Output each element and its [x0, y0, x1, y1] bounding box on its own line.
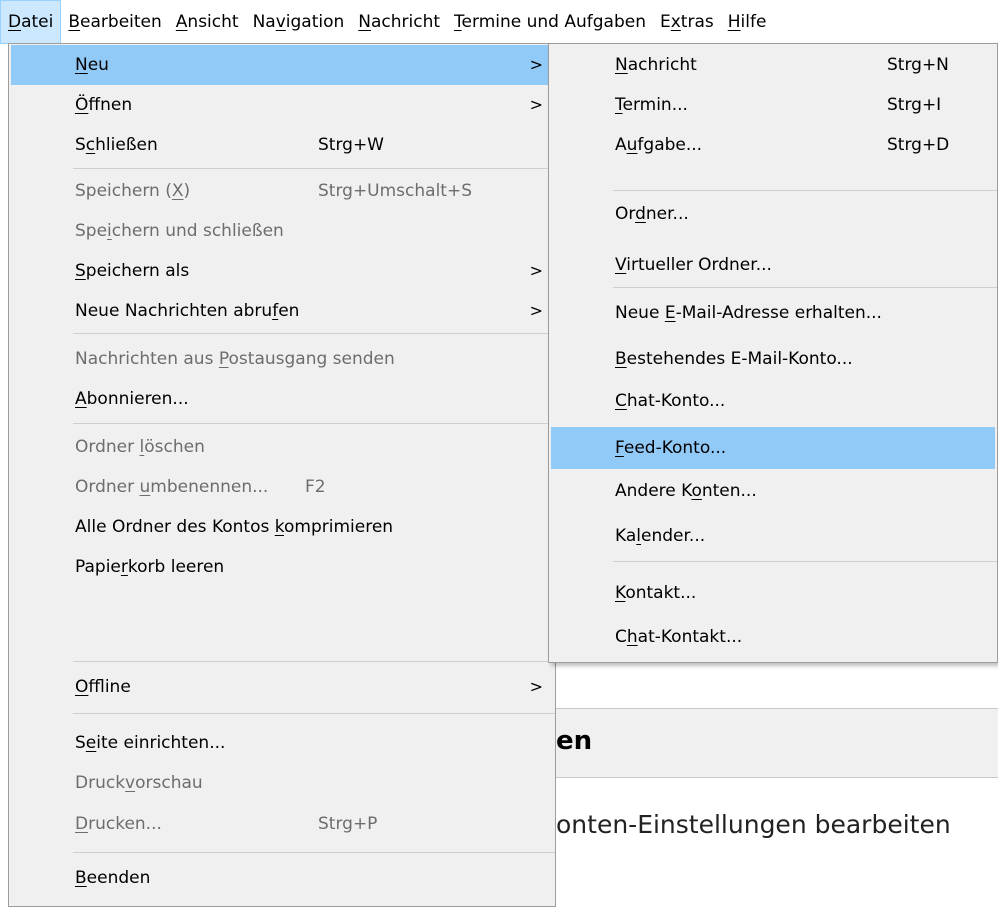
menu-item-ordner-umbenennen[interactable]: Ordner umbenennen... F2 [11, 467, 553, 507]
shortcut-label: Strg+Umschalt+S [318, 181, 473, 201]
separator [73, 168, 555, 169]
menu-nachricht[interactable]: Nachricht [351, 0, 447, 44]
menu-item-neue-nachricht[interactable]: Nachricht Strg+N [551, 45, 995, 85]
menu-datei[interactable]: Datei [0, 0, 62, 44]
shortcut-label: Strg+N [887, 55, 949, 75]
shortcut-label: Strg+D [887, 135, 950, 155]
separator [613, 287, 997, 288]
menu-item-abonnieren[interactable]: Abonnieren... [11, 379, 553, 419]
menu-item-nachrichten-abrufen[interactable]: Neue Nachrichten abrufen > [11, 291, 553, 331]
menu-item-andere-konten[interactable]: Andere Konten... [551, 471, 995, 511]
separator [73, 423, 555, 424]
menu-item-email-adresse[interactable]: Neue E-Mail-Adresse erhalten... [551, 293, 995, 333]
account-settings-link[interactable]: onten-Einstellungen bearbeiten [556, 810, 951, 839]
menu-item-papierkorb-leeren[interactable]: Papierkorb leeren [11, 547, 553, 587]
separator [73, 661, 555, 662]
menu-item-druckvorschau[interactable]: Druckvorschau [11, 763, 553, 803]
chevron-right-icon: > [529, 55, 543, 74]
menu-extras[interactable]: Extras [653, 0, 721, 44]
shortcut-label: Strg+P [318, 814, 378, 834]
menu-item-schliessen[interactable]: Schließen Strg+W [11, 125, 553, 165]
menu-item-postausgang-senden[interactable]: Nachrichten aus Postausgang senden [11, 339, 553, 379]
menu-item-ordner-loeschen[interactable]: Ordner löschen [11, 427, 553, 467]
menu-item-feed-konto[interactable]: Feed-Konto... [551, 427, 995, 469]
chevron-right-icon: > [529, 677, 543, 696]
menu-ansicht[interactable]: Ansicht [169, 0, 246, 44]
separator [73, 333, 555, 334]
menu-item-drucken[interactable]: Drucken... Strg+P [11, 804, 553, 844]
menu-item-kontakt[interactable]: Kontakt... [551, 573, 995, 613]
menu-hilfe[interactable]: Hilfe [721, 0, 774, 44]
menu-bar: Datei Bearbeiten Ansicht Navigation Nach… [0, 0, 998, 44]
shortcut-label: Strg+W [318, 135, 384, 155]
chevron-right-icon: > [529, 261, 543, 280]
menu-item-speichern[interactable]: Speichern (X) Strg+Umschalt+S [11, 171, 553, 211]
background-window: en onten-Einstellungen bearbeiten [556, 660, 998, 907]
menu-item-ordner[interactable]: Ordner... [551, 194, 995, 234]
menu-navigation[interactable]: Navigation [246, 0, 352, 44]
menu-item-offline[interactable]: Offline > [11, 667, 553, 707]
menu-item-kalender[interactable]: Kalender... [551, 516, 995, 556]
datei-dropdown-menu: Neu > Öffnen > Schließen Strg+W Speicher… [8, 43, 556, 907]
menu-item-beenden[interactable]: Beenden [11, 858, 553, 898]
menu-item-seite-einrichten[interactable]: Seite einrichten... [11, 723, 553, 763]
menu-item-chat-kontakt[interactable]: Chat-Kontakt... [551, 617, 995, 657]
menu-item-bestehendes-konto[interactable]: Bestehendes E-Mail-Konto... [551, 339, 995, 379]
separator [73, 852, 555, 853]
shortcut-label: F2 [305, 477, 326, 497]
menu-item-virtueller-ordner[interactable]: Virtueller Ordner... [551, 245, 995, 285]
separator [73, 713, 555, 714]
section-header-bar [556, 708, 998, 778]
menu-item-speichern-als[interactable]: Speichern als > [11, 251, 553, 291]
menu-item-speichern-schliessen[interactable]: Speichern und schließen [11, 211, 553, 251]
menu-termine-aufgaben[interactable]: Termine und Aufgaben [447, 0, 653, 44]
menu-item-aufgabe[interactable]: Aufgabe... Strg+D [551, 125, 995, 165]
separator [613, 190, 997, 191]
shortcut-label: Strg+I [887, 95, 942, 115]
neu-submenu: Nachricht Strg+N Termin... Strg+I Aufgab… [548, 43, 998, 663]
chevron-right-icon: > [529, 301, 543, 320]
menu-item-oeffnen[interactable]: Öffnen > [11, 85, 553, 125]
menu-item-termin[interactable]: Termin... Strg+I [551, 85, 995, 125]
section-heading: en [556, 726, 593, 756]
menu-item-neu[interactable]: Neu > [11, 45, 553, 85]
chevron-right-icon: > [529, 95, 543, 114]
separator [613, 561, 997, 562]
menu-item-chat-konto[interactable]: Chat-Konto... [551, 381, 995, 421]
menu-item-ordner-komprimieren[interactable]: Alle Ordner des Kontos komprimieren [11, 507, 553, 547]
menu-bearbeiten[interactable]: Bearbeiten [61, 0, 168, 44]
